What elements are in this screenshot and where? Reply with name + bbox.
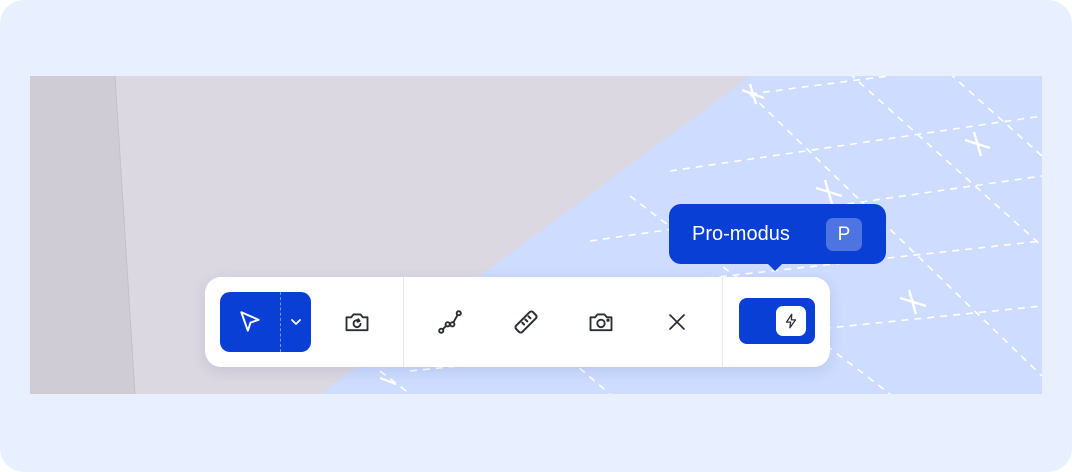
select-tool-group (220, 292, 311, 352)
select-mode-dropdown[interactable] (281, 292, 311, 352)
polyline-icon (438, 310, 462, 334)
camera-icon (589, 313, 613, 332)
cursor-arrow-icon (240, 311, 260, 332)
toolbar-divider (722, 277, 723, 367)
camera-rotate-icon (345, 313, 369, 332)
clear-button[interactable] (654, 299, 700, 345)
ruler-icon (514, 310, 538, 334)
lightning-icon (785, 313, 797, 329)
app-frame: Pro-modus P (0, 0, 1072, 472)
tooltip-shortcut-key: P (826, 218, 862, 251)
map-toolbar (205, 277, 830, 367)
toolbar-divider (403, 277, 404, 367)
select-tool-button[interactable] (220, 292, 281, 352)
tooltip-arrow (767, 263, 783, 271)
screenshot-tool-button[interactable] (578, 299, 624, 345)
measure-tool-button[interactable] (503, 299, 549, 345)
pro-mode-toggle[interactable] (739, 298, 815, 344)
chevron-down-icon (291, 319, 301, 325)
rotate-view-button[interactable] (334, 299, 380, 345)
tooltip-label: Pro-modus (692, 223, 790, 245)
pro-mode-tooltip: Pro-modus P (669, 204, 886, 271)
polyline-tool-button[interactable] (427, 299, 473, 345)
pro-mode-knob (776, 306, 806, 336)
close-icon (669, 314, 685, 330)
